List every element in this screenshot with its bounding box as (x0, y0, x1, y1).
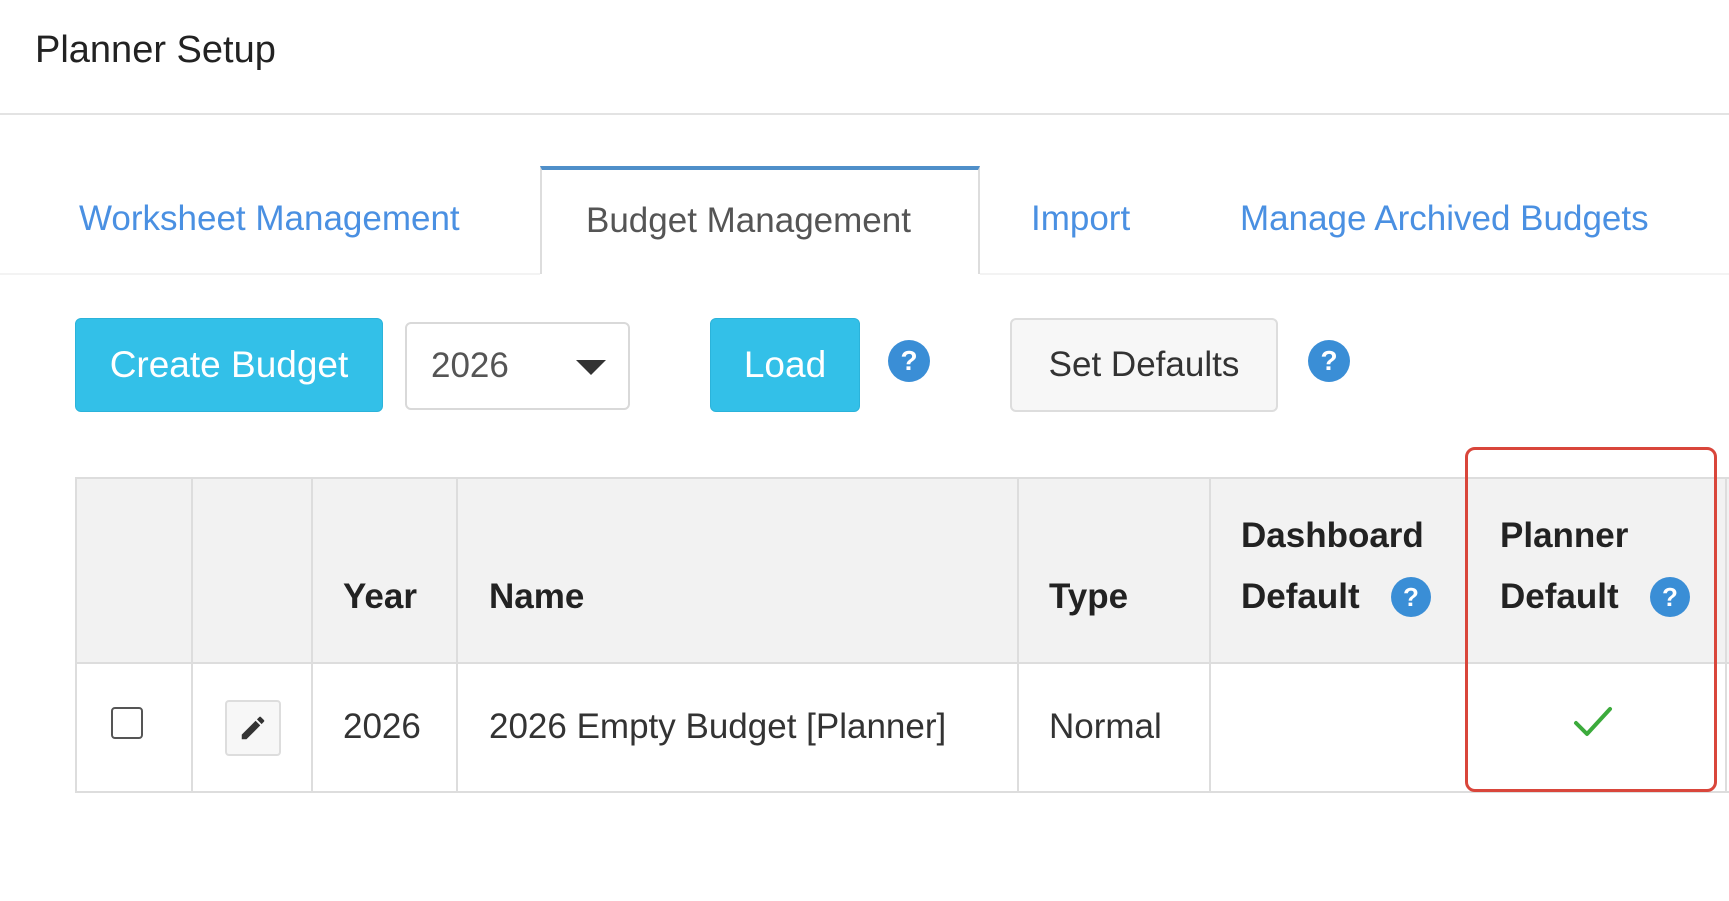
planner-setup-page: Planner Setup Worksheet Management Budge… (0, 0, 1729, 901)
create-budget-button[interactable]: Create Budget (75, 318, 383, 412)
col-divider (1017, 477, 1019, 793)
year-select[interactable]: 2026 (405, 322, 630, 410)
set-defaults-help-icon[interactable]: ? (1308, 340, 1350, 382)
set-defaults-button[interactable]: Set Defaults (1010, 318, 1278, 412)
col-divider (1209, 477, 1211, 793)
year-select-value: 2026 (431, 346, 509, 385)
tab-bar: Worksheet Management Budget Management I… (0, 166, 1729, 276)
load-button[interactable]: Load (710, 318, 860, 412)
load-help-icon[interactable]: ? (888, 340, 930, 382)
tab-manage-archived-budgets[interactable]: Manage Archived Budgets (1240, 198, 1649, 240)
header-type[interactable]: Type (1049, 566, 1128, 628)
col-divider (75, 477, 77, 793)
cell-type: Normal (1049, 707, 1162, 746)
planner-default-highlight (1465, 447, 1717, 792)
col-divider (456, 477, 458, 793)
edit-button[interactable] (225, 700, 281, 756)
chevron-down-icon (576, 360, 606, 375)
header-dashboard-default-line2[interactable]: Default (1241, 566, 1360, 628)
col-divider (1725, 477, 1727, 793)
tab-baseline-left (0, 273, 540, 275)
pencil-icon (241, 716, 265, 740)
tab-baseline-right (980, 273, 1729, 275)
tab-worksheet-management[interactable]: Worksheet Management (79, 198, 460, 240)
col-divider (311, 477, 313, 793)
page-title: Planner Setup (35, 29, 276, 71)
cell-name: 2026 Empty Budget [Planner] (489, 707, 947, 746)
row-select-checkbox[interactable] (111, 707, 143, 739)
tab-import[interactable]: Import (1031, 198, 1130, 240)
header-year[interactable]: Year (343, 566, 417, 628)
header-divider (0, 113, 1729, 115)
tab-budget-management-label: Budget Management (586, 201, 911, 240)
header-name[interactable]: Name (489, 566, 584, 628)
dashboard-default-help-icon[interactable]: ? (1391, 577, 1431, 617)
cell-year: 2026 (343, 707, 421, 746)
header-dashboard-default-line1[interactable]: Dashboard (1241, 505, 1424, 567)
col-divider (191, 477, 193, 793)
tab-budget-management[interactable]: Budget Management (540, 166, 980, 274)
